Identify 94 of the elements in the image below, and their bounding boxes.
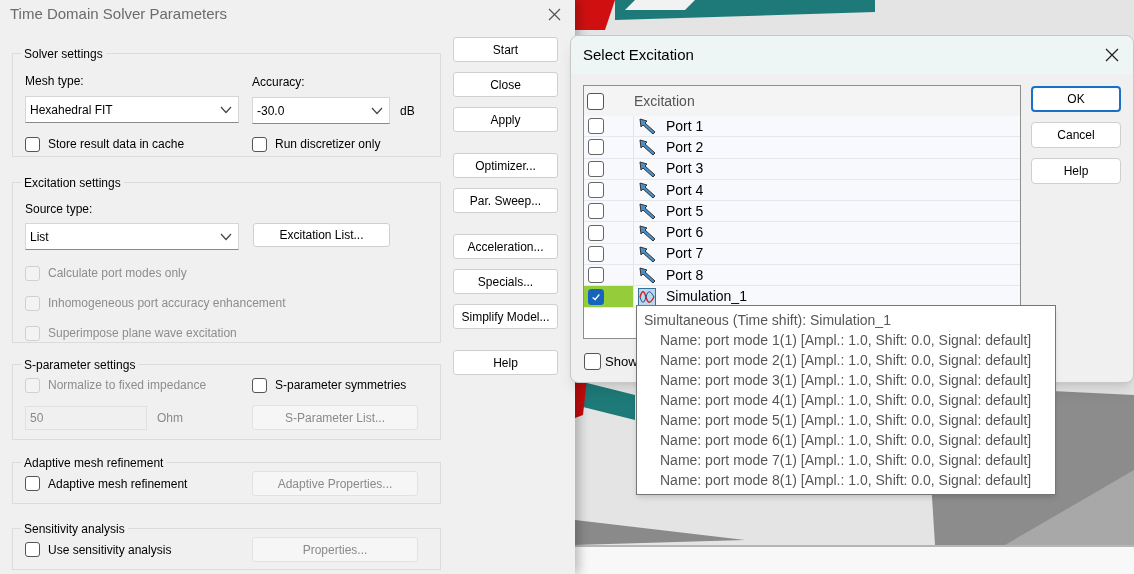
list-row[interactable]: Simulation_1 [584, 286, 1020, 308]
checkbox[interactable] [588, 245, 604, 262]
checkbox[interactable] [588, 267, 604, 284]
checkbox[interactable] [252, 136, 267, 152]
checkbox[interactable] [584, 353, 601, 371]
checkbox[interactable] [25, 542, 40, 557]
tooltip-line: Name: port mode 4(1) [Ampl.: 1.0, Shift: 0.0, Signal: default] [659, 391, 1033, 410]
button[interactable]: Cancel [1031, 122, 1121, 148]
dropdown-value: -30.0 [257, 102, 285, 120]
dropdown[interactable]: -30.0 [252, 97, 390, 124]
dropdown[interactable]: Hexahedral FIT [25, 96, 239, 123]
checkbox-label: Store result data in cache [48, 136, 185, 153]
field-label: Accuracy: [252, 74, 306, 91]
button[interactable]: Excitation List... [253, 223, 390, 247]
column-header: Excitation [634, 91, 695, 111]
checkbox-label: S-parameter symmetries [275, 377, 407, 394]
list-row[interactable]: Port 8 [584, 265, 1020, 287]
waveform-icon [638, 287, 658, 306]
checkbox[interactable] [588, 182, 604, 199]
button[interactable]: Optimizer... [453, 153, 558, 178]
list-row[interactable]: Port 2 [584, 137, 1020, 159]
button[interactable]: Help [1031, 158, 1121, 184]
checkbox[interactable] [588, 203, 604, 220]
checkbox-label: Normalize to fixed impedance [48, 377, 207, 394]
button[interactable]: Apply [453, 107, 558, 132]
probe-icon [638, 223, 658, 242]
tooltip-line: Name: port mode 8(1) [Ampl.: 1.0, Shift: 0.0, Signal: default] [659, 471, 1033, 490]
checkbox-label: Use sensitivity analysis [48, 541, 172, 559]
field-label: Source type: [25, 201, 94, 218]
button[interactable]: Help [453, 350, 558, 375]
button[interactable]: Close [453, 72, 558, 97]
check-icon [591, 291, 601, 302]
probe-icon [638, 159, 658, 178]
chevron-down-icon [220, 232, 232, 241]
row-label: Port 1 [666, 116, 704, 136]
checkbox-label: Run discretizer only [275, 136, 381, 153]
list-row[interactable]: Port 5 [584, 201, 1020, 223]
button[interactable]: Specials... [453, 269, 558, 294]
unit-label: dB [400, 102, 415, 120]
row-label: Port 6 [666, 223, 704, 243]
dialog-title: Select Excitation [583, 44, 694, 65]
tooltip-line: Name: port mode 2(1) [Ampl.: 1.0, Shift: 0.0, Signal: default] [659, 351, 1033, 370]
button[interactable]: Acceleration... [453, 234, 558, 259]
checkbox[interactable] [25, 476, 40, 491]
unit-label: Ohm [157, 409, 184, 427]
dropdown-value: Hexahedral FIT [30, 101, 113, 119]
checkbox[interactable] [588, 160, 604, 177]
chevron-down-icon [371, 106, 383, 115]
checkbox-label: Inhomogeneous port accuracy enhancement [48, 295, 286, 312]
checkbox-label: Adaptive mesh refinement [48, 475, 188, 493]
row-label: Simulation_1 [666, 287, 747, 307]
row-label: Port 4 [666, 180, 704, 200]
button[interactable]: Simplify Model... [453, 304, 558, 329]
list-row[interactable]: Port 3 [584, 158, 1020, 180]
window-title: Time Domain Solver Parameters [10, 3, 227, 24]
button[interactable]: Start [453, 37, 558, 62]
button[interactable]: OK [1031, 86, 1121, 112]
tooltip-line: Name: port mode 3(1) [Ampl.: 1.0, Shift: 0.0, Signal: default] [659, 371, 1033, 390]
row-label: Port 8 [666, 265, 704, 285]
checkbox[interactable] [588, 118, 604, 135]
probe-icon [638, 181, 658, 200]
close-icon[interactable] [548, 7, 561, 21]
dropdown[interactable]: List [25, 223, 239, 250]
list-row[interactable]: Port 6 [584, 222, 1020, 244]
probe-icon [638, 244, 658, 263]
probe-icon [638, 138, 658, 157]
close-icon[interactable] [1105, 48, 1119, 62]
tooltip-line: Name: port mode 5(1) [Ampl.: 1.0, Shift: 0.0, Signal: default] [659, 411, 1033, 430]
checkbox[interactable] [588, 224, 604, 241]
checkbox[interactable] [587, 92, 604, 110]
probe-icon [638, 202, 658, 221]
probe-icon [638, 117, 658, 136]
row-label: Port 2 [666, 137, 704, 157]
checkbox[interactable] [588, 288, 604, 305]
row-label: Port 3 [666, 159, 704, 179]
tooltip-line: Name: port mode 6(1) [Ampl.: 1.0, Shift: 0.0, Signal: default] [659, 431, 1033, 450]
checkbox[interactable] [252, 377, 267, 393]
list-row[interactable]: Port 1 [584, 116, 1020, 138]
tooltip-line: Name: port mode 1(1) [Ampl.: 1.0, Shift: 0.0, Signal: default] [659, 331, 1033, 350]
list-row[interactable]: Port 7 [584, 243, 1020, 266]
dropdown-value: List [30, 228, 49, 246]
checkbox[interactable] [25, 136, 40, 152]
chevron-down-icon [220, 105, 232, 114]
checkbox-label: Calculate port modes only [48, 265, 187, 282]
row-label: Port 7 [666, 244, 704, 264]
checkbox[interactable] [588, 139, 604, 156]
tooltip-title: Simultaneous (Time shift): Simulation_1 [644, 311, 892, 330]
checkbox-label: Superimpose plane wave excitation [48, 325, 237, 342]
tooltip-line: Name: port mode 7(1) [Ampl.: 1.0, Shift: 0.0, Signal: default] [659, 451, 1033, 470]
list-row[interactable]: Port 4 [584, 179, 1020, 202]
probe-icon [638, 266, 658, 285]
row-label: Port 5 [666, 201, 704, 221]
field-label: Mesh type: [25, 73, 85, 90]
button[interactable]: Par. Sweep... [453, 188, 558, 213]
